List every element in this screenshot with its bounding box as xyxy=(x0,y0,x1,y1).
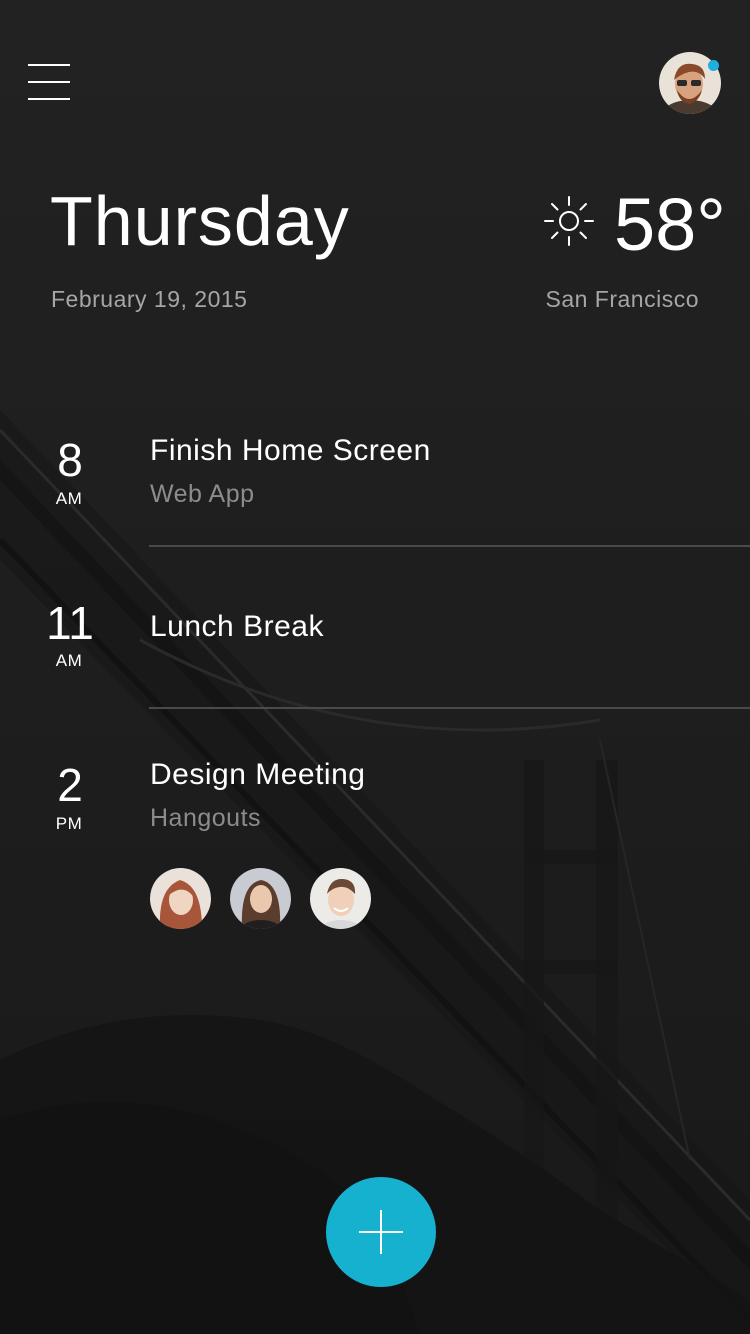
event-subtitle: Web App xyxy=(150,480,255,508)
event-title: Design Meeting xyxy=(150,758,366,791)
event-divider xyxy=(149,707,750,709)
event-hour: 11 xyxy=(46,597,94,649)
sun-icon xyxy=(544,196,594,246)
event-hour: 8 xyxy=(57,434,83,486)
event-ampm: AM xyxy=(55,489,83,508)
city-name: San Francisco xyxy=(545,286,699,312)
hamburger-menu-icon-line-bottom xyxy=(28,98,70,100)
date-text: February 19, 2015 xyxy=(51,286,248,312)
plus-icon xyxy=(359,1210,403,1254)
add-event-button[interactable] xyxy=(326,1177,436,1287)
attendee-avatar[interactable] xyxy=(230,868,291,929)
attendee-avatar[interactable] xyxy=(310,868,371,929)
attendee-avatar[interactable] xyxy=(150,868,211,929)
event-subtitle: Hangouts xyxy=(150,804,262,832)
temperature: 58° xyxy=(614,183,726,266)
attendee-avatar-icon xyxy=(230,868,291,929)
hamburger-menu-icon-line-top xyxy=(28,64,70,66)
hamburger-menu-icon-line-middle xyxy=(28,81,70,83)
event-divider xyxy=(149,545,750,547)
event-ampm: PM xyxy=(55,814,83,833)
attendee-avatar-icon xyxy=(310,868,371,929)
notification-dot xyxy=(708,60,719,71)
event-title: Finish Home Screen xyxy=(150,434,431,467)
home-screen: Thursday February 19, 2015 58° San Franc… xyxy=(0,0,750,1334)
attendee-avatar-icon xyxy=(150,868,211,929)
event-ampm: AM xyxy=(55,651,83,670)
menu-button[interactable] xyxy=(28,64,72,102)
event-title: Lunch Break xyxy=(150,610,324,643)
event-hour: 2 xyxy=(57,759,83,811)
day-title: Thursday xyxy=(50,182,350,260)
